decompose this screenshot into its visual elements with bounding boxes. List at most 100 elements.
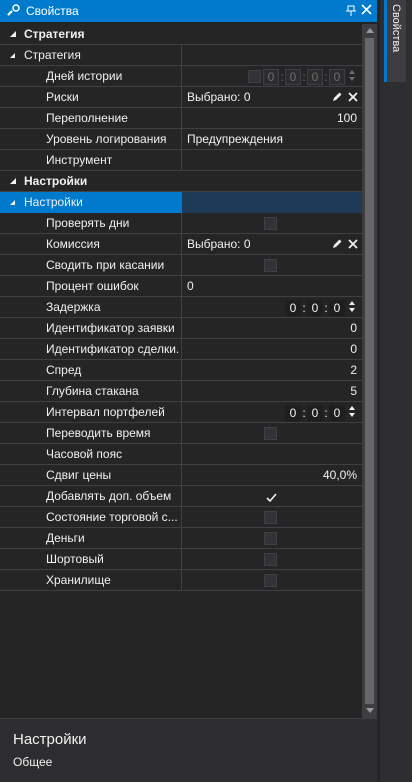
checkbox-checked[interactable] [264, 490, 277, 503]
property-row[interactable]: Шортовый [0, 549, 362, 570]
group-header[interactable]: Настройки [0, 192, 362, 213]
property-row[interactable]: Сводить при касании [0, 255, 362, 276]
property-row[interactable]: Состояние торговой с... [0, 507, 362, 528]
history-time-field[interactable]: 0:0:0:0 [263, 68, 345, 85]
property-value[interactable]: 0 [350, 318, 357, 339]
selection-value[interactable]: Выбрано: 0 [187, 234, 251, 255]
pin-icon[interactable] [345, 3, 357, 20]
time-segment[interactable]: 0 [329, 404, 345, 421]
property-name: Комиссия [46, 237, 100, 251]
collapse-triangle-icon[interactable] [10, 200, 15, 205]
checkbox[interactable] [264, 511, 277, 524]
checkbox[interactable] [248, 70, 261, 83]
property-row[interactable]: Спред 2 [0, 360, 362, 381]
spinner-down-icon[interactable] [349, 77, 355, 81]
scroll-down-arrow-icon[interactable] [366, 708, 374, 713]
column-divider [181, 444, 182, 465]
time-segment[interactable]: 0 [285, 299, 301, 316]
time-segment[interactable]: 0 [263, 68, 279, 85]
category-header[interactable]: Стратегия [0, 24, 362, 45]
checkbox[interactable] [264, 574, 277, 587]
property-row[interactable]: Комиссия Выбрано: 0 [0, 234, 362, 255]
spinner-down-icon[interactable] [349, 413, 355, 417]
time-segment[interactable]: 0 [307, 299, 323, 316]
property-row[interactable]: Процент ошибок 0 [0, 276, 362, 297]
property-value[interactable]: Предупреждения [187, 129, 283, 150]
spinner-up-icon[interactable] [349, 301, 355, 305]
column-divider [181, 507, 182, 528]
checkbox[interactable] [264, 427, 277, 440]
property-name: Сдвиг цены [46, 468, 112, 482]
column-divider [181, 150, 182, 171]
checkbox[interactable] [264, 259, 277, 272]
property-name: Хранилище [46, 573, 111, 587]
time-segment[interactable]: 0 [307, 68, 323, 85]
time-segment[interactable]: 0 [285, 68, 301, 85]
spinner-down-icon[interactable] [349, 308, 355, 312]
property-row[interactable]: Задержка 0:0:0 [0, 297, 362, 318]
category-label: Настройки [24, 174, 88, 188]
column-divider [181, 255, 182, 276]
property-row[interactable]: Переполнение 100 [0, 108, 362, 129]
time-segment[interactable]: 0 [285, 404, 301, 421]
column-divider [181, 528, 182, 549]
selection-value[interactable]: Выбрано: 0 [187, 87, 251, 108]
checkbox[interactable] [264, 532, 277, 545]
close-icon[interactable] [361, 4, 372, 18]
selected-value-cell[interactable] [182, 192, 362, 213]
property-row[interactable]: Сдвиг цены 40,0% [0, 465, 362, 486]
property-value[interactable]: 0 [350, 339, 357, 360]
property-row[interactable]: Инструмент [0, 150, 362, 171]
spinner-arrows-icon[interactable] [347, 299, 357, 316]
spinner-arrows-icon[interactable] [347, 68, 357, 85]
property-row[interactable]: Уровень логирования Предупреждения [0, 129, 362, 150]
spinner-up-icon[interactable] [349, 406, 355, 410]
scroll-up-arrow-icon[interactable] [366, 28, 374, 33]
panel-titlebar[interactable]: Свойства [0, 0, 377, 22]
property-value[interactable]: 5 [350, 381, 357, 402]
time-segment[interactable]: 0 [307, 404, 323, 421]
property-value[interactable]: 2 [350, 360, 357, 381]
property-row[interactable]: Глубина стакана 5 [0, 381, 362, 402]
property-name: Идентификатор заявки [46, 321, 175, 335]
checkbox[interactable] [264, 553, 277, 566]
group-header[interactable]: Стратегия [0, 45, 362, 66]
property-row[interactable]: Переводить время [0, 423, 362, 444]
side-tab-label: Свойства [390, 4, 402, 53]
property-row[interactable]: Проверять дни [0, 213, 362, 234]
column-divider [181, 234, 182, 255]
collapse-triangle-icon[interactable] [10, 31, 16, 37]
column-divider [181, 276, 182, 297]
spinner-arrows-icon[interactable] [347, 404, 357, 421]
collapse-triangle-icon[interactable] [10, 53, 15, 58]
scrollbar-thumb[interactable] [365, 38, 374, 704]
property-value[interactable]: 0 [187, 276, 194, 297]
property-row[interactable]: Деньги [0, 528, 362, 549]
edit-pencil-icon[interactable] [331, 91, 343, 103]
checkbox[interactable] [264, 217, 277, 230]
time-segment[interactable]: 0 [329, 68, 345, 85]
vertical-scrollbar[interactable] [362, 24, 377, 718]
property-row[interactable]: Интервал портфелей 0:0:0 [0, 402, 362, 423]
property-row[interactable]: Идентификатор заявки 0 [0, 318, 362, 339]
collapse-triangle-icon[interactable] [10, 178, 16, 184]
edit-pencil-icon[interactable] [331, 238, 343, 250]
property-row[interactable]: Дней истории 0:0:0:0 [0, 66, 362, 87]
property-row[interactable]: Идентификатор сделки. 0 [0, 339, 362, 360]
property-row[interactable]: Риски Выбрано: 0 [0, 87, 362, 108]
column-divider [181, 318, 182, 339]
property-value[interactable]: 100 [337, 108, 357, 129]
property-value[interactable]: 40,0% [323, 465, 357, 486]
clear-x-icon[interactable] [347, 91, 359, 103]
property-name: Часовой пояс [46, 447, 123, 461]
duration-time-field[interactable]: 0:0:0 [285, 404, 345, 421]
spinner-up-icon[interactable] [349, 70, 355, 74]
side-tab-properties[interactable]: Свойства [384, 0, 406, 82]
property-row[interactable]: Добавлять доп. объем [0, 486, 362, 507]
clear-x-icon[interactable] [347, 238, 359, 250]
duration-time-field[interactable]: 0:0:0 [285, 299, 345, 316]
time-segment[interactable]: 0 [329, 299, 345, 316]
property-row[interactable]: Хранилище [0, 570, 362, 591]
category-header[interactable]: Настройки [0, 171, 362, 192]
property-row[interactable]: Часовой пояс [0, 444, 362, 465]
